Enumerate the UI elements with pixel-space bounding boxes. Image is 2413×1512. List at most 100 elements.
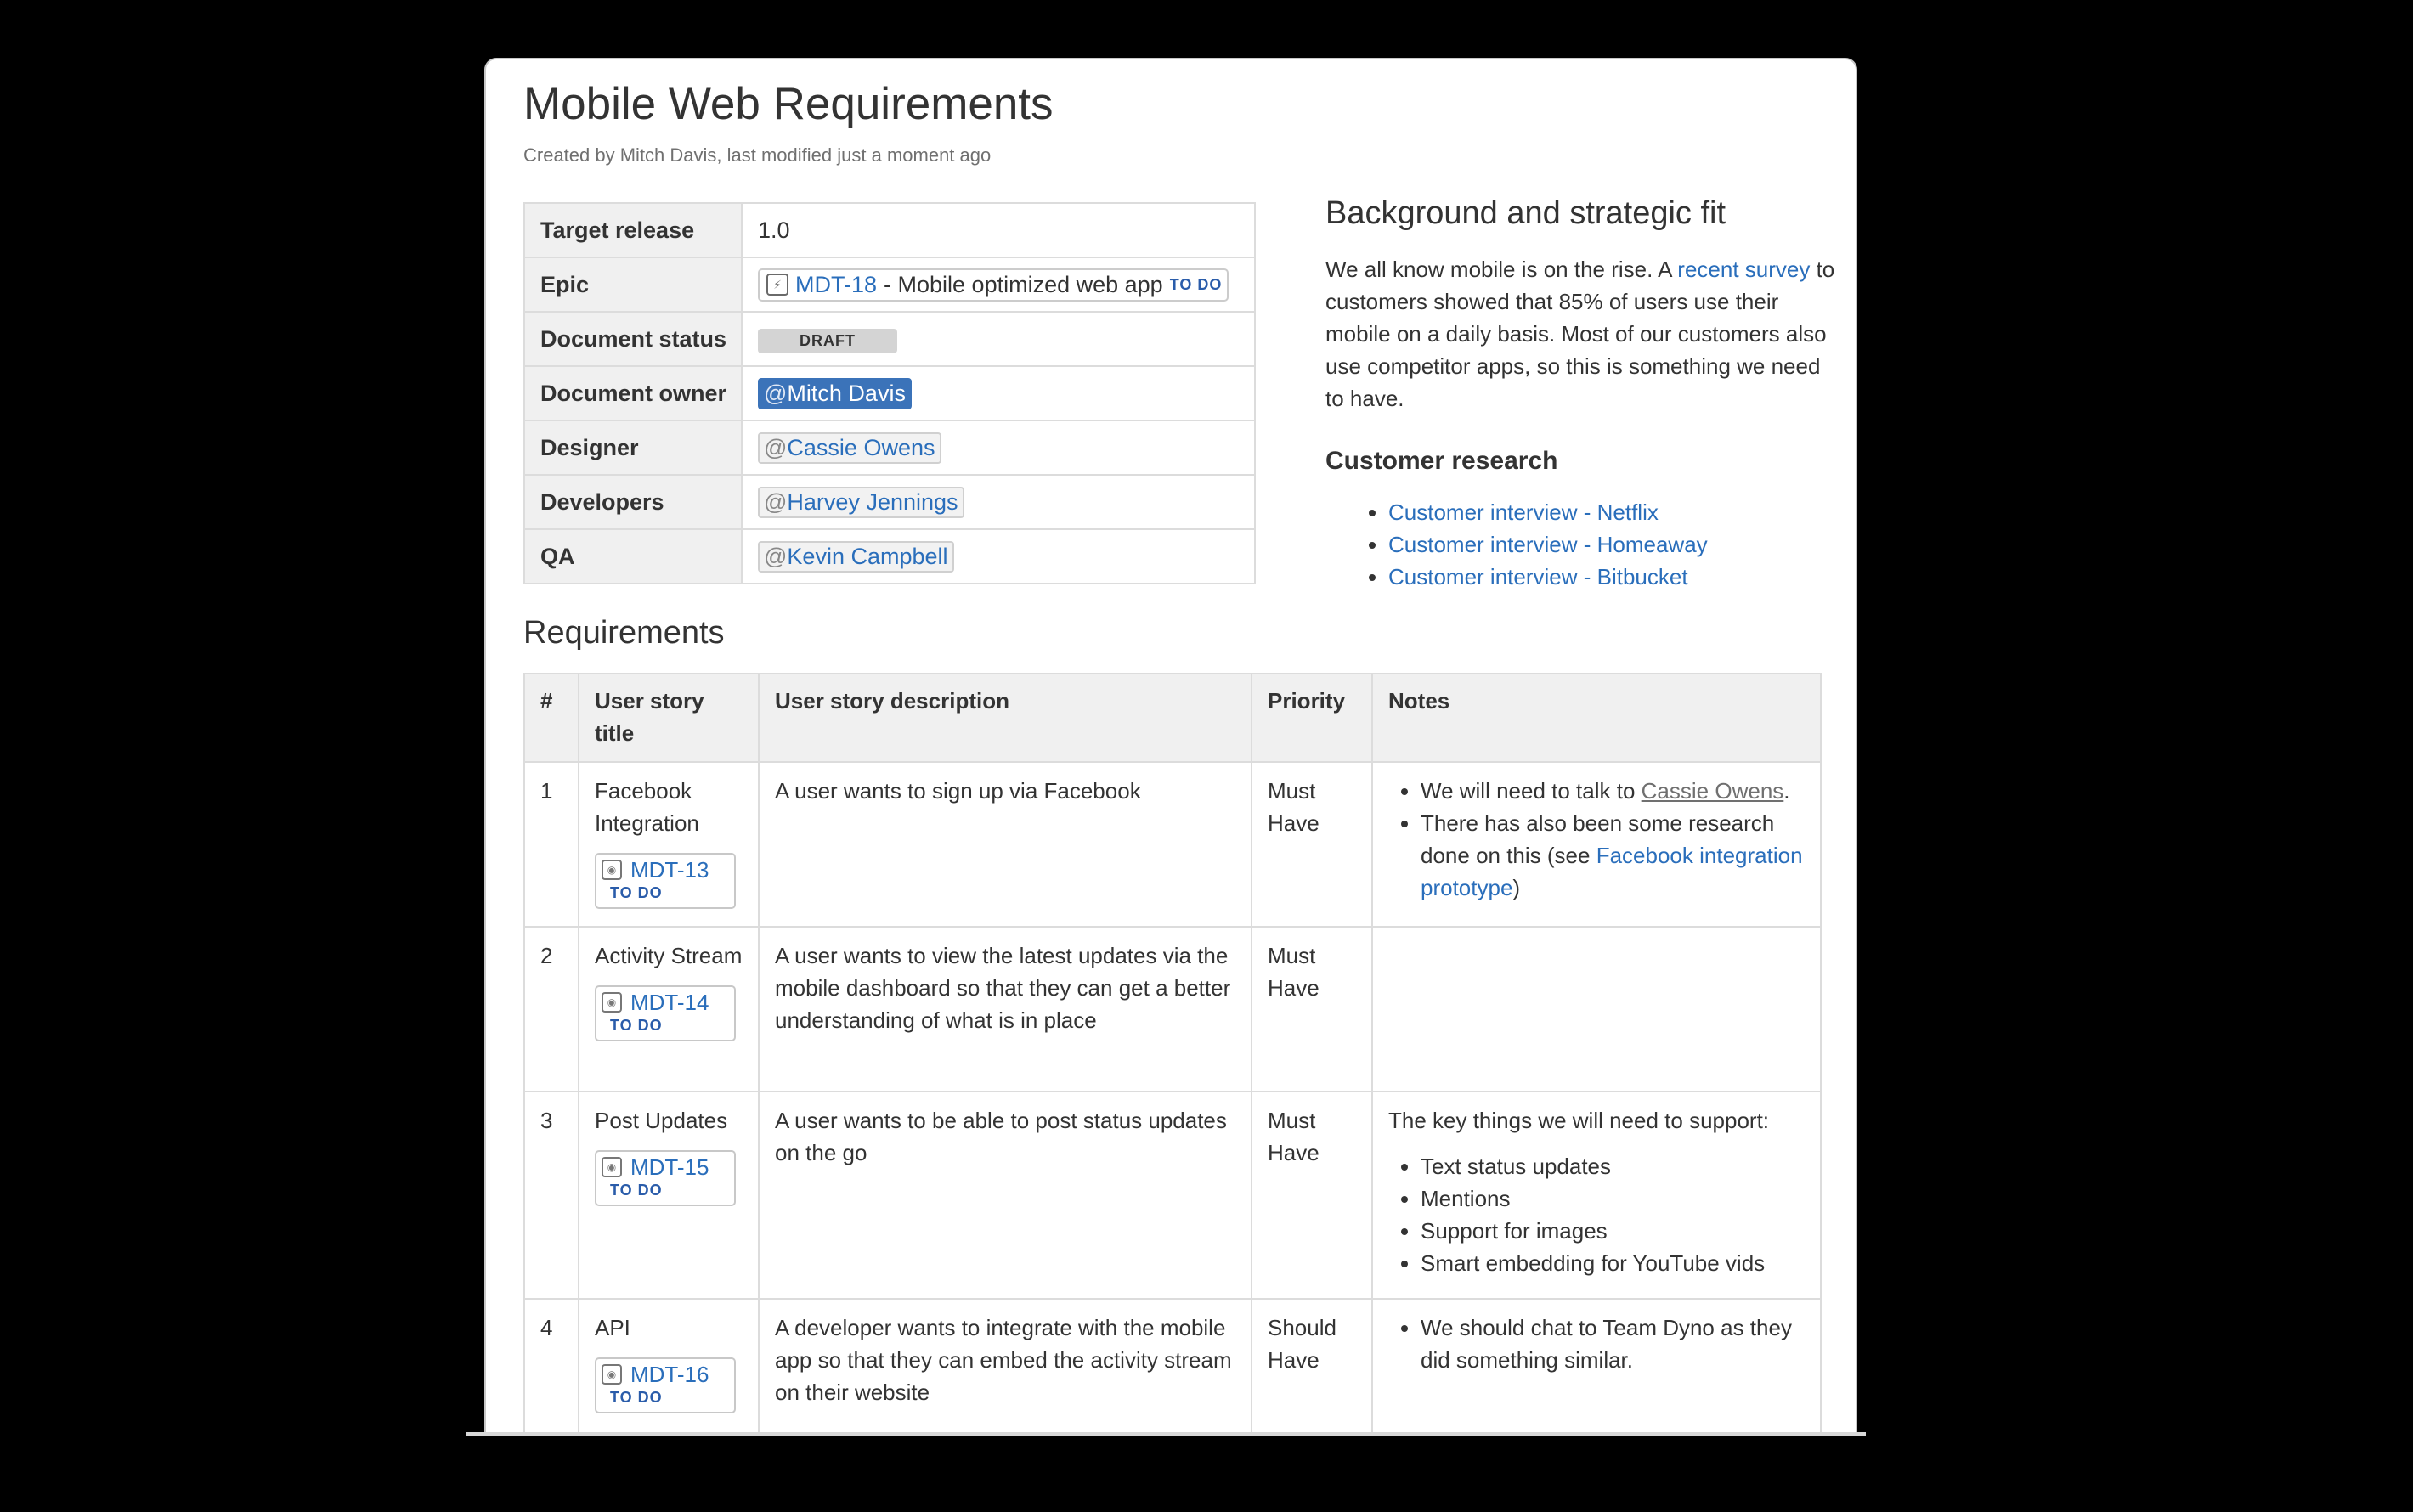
list-item: We will need to talk to Cassie Owens.: [1421, 775, 1805, 807]
issue-status-badge: TO DO: [610, 1017, 663, 1034]
issue-chip[interactable]: ◉ MDT-14 TO DO: [595, 985, 736, 1041]
customer-interview-link[interactable]: Customer interview - Netflix: [1388, 499, 1659, 525]
background-paragraph: We all know mobile is on the rise. A rec…: [1325, 253, 1835, 415]
property-row: Designer @Cassie Owens: [523, 420, 1256, 476]
row-number: 4: [523, 1298, 579, 1436]
story-title: Activity Stream: [595, 943, 743, 968]
document-owner-mention[interactable]: @Mitch Davis: [758, 377, 912, 409]
list-item: There has also been some research done o…: [1421, 807, 1805, 904]
property-row: Epic ⚡ MDT-18 - Mobile optimized web app…: [523, 257, 1256, 313]
column-header: Notes: [1371, 673, 1822, 763]
column-header: User story title: [578, 673, 760, 763]
row-number: 2: [523, 926, 579, 1092]
table-row: 3 Post Updates ◉ MDT-15 TO DO A user want…: [523, 1091, 1822, 1300]
story-icon: ◉: [602, 1364, 622, 1385]
list-item: Mentions: [1421, 1182, 1805, 1215]
developers-mention[interactable]: @Harvey Jennings: [758, 486, 964, 518]
page-card: Mobile Web Requirements Created by Mitch…: [484, 58, 1857, 1436]
epic-issue-link[interactable]: MDT-18: [795, 272, 877, 298]
issue-link[interactable]: MDT-13: [630, 854, 709, 886]
notes-list: We should chat to Team Dyno as they did …: [1388, 1312, 1805, 1376]
priority: Must Have: [1251, 761, 1373, 928]
at-icon: @: [764, 543, 788, 569]
issue-link[interactable]: MDT-15: [630, 1151, 709, 1183]
priority: Must Have: [1251, 1091, 1373, 1300]
story-title: Facebook Integration: [595, 778, 699, 836]
property-label: Document owner: [523, 365, 743, 421]
recent-survey-link[interactable]: recent survey: [1677, 257, 1810, 282]
story-icon: ◉: [602, 1157, 622, 1177]
issue-chip[interactable]: ◉ MDT-16 TO DO: [595, 1357, 736, 1413]
table-row: 4 API ◉ MDT-16 TO DO A developer wants to…: [523, 1298, 1822, 1436]
story-title: Post Updates: [595, 1108, 728, 1133]
at-icon: @: [764, 380, 788, 406]
property-row: Document status DRAFT: [523, 311, 1256, 367]
column-header: Priority: [1251, 673, 1373, 763]
property-row: Document owner @Mitch Davis: [523, 365, 1256, 421]
row-number: 1: [523, 761, 579, 928]
list-item: Text status updates: [1421, 1150, 1805, 1182]
story-icon: ◉: [602, 860, 622, 880]
property-row: Developers @Harvey Jennings: [523, 474, 1256, 530]
priority: Must Have: [1251, 926, 1373, 1092]
designer-mention[interactable]: @Cassie Owens: [758, 432, 941, 464]
epic-status-badge: TO DO: [1169, 275, 1223, 293]
property-label: Target release: [523, 202, 743, 258]
at-icon: @: [764, 488, 788, 515]
customer-research-heading: Customer research: [1325, 447, 1558, 475]
list-item: Customer interview - Bitbucket: [1388, 561, 1708, 593]
property-label: Epic: [523, 257, 743, 313]
row-number: 3: [523, 1091, 579, 1300]
issue-chip[interactable]: ◉ MDT-15 TO DO: [595, 1150, 736, 1206]
table-row: 1 Facebook Integration ◉ MDT-13 TO DO A u…: [523, 761, 1822, 928]
customer-research-list: Customer interview - Netflix Customer in…: [1325, 496, 1708, 593]
mention-name: Mitch Davis: [787, 380, 906, 406]
requirements-heading: Requirements: [523, 615, 725, 651]
target-release-value: 1.0: [741, 202, 1256, 258]
issue-link[interactable]: MDT-14: [630, 986, 709, 1018]
story-description: A user wants to sign up via Facebook: [758, 761, 1252, 928]
cassie-owens-link[interactable]: Cassie Owens: [1642, 778, 1784, 804]
properties-table: Target release 1.0 Epic ⚡ MDT-18 - Mobil…: [523, 202, 1256, 584]
background-text: We all know mobile is on the rise. A: [1325, 257, 1678, 282]
property-label: Document status: [523, 311, 743, 367]
property-label: Designer: [523, 420, 743, 476]
notes-intro: The key things we will need to support:: [1388, 1108, 1770, 1133]
issue-chip[interactable]: ◉ MDT-13 TO DO: [595, 853, 736, 909]
note-text: .: [1783, 778, 1790, 804]
issue-status-badge: TO DO: [610, 1182, 663, 1199]
property-label: QA: [523, 528, 743, 584]
list-item: Customer interview - Homeaway: [1388, 528, 1708, 561]
story-description: A user wants to be able to post status u…: [758, 1091, 1252, 1300]
list-item: Smart embedding for YouTube vids: [1421, 1247, 1805, 1279]
list-item: Customer interview - Netflix: [1388, 496, 1708, 528]
story-icon: ◉: [602, 992, 622, 1013]
notes-list: We will need to talk to Cassie Owens. Th…: [1388, 775, 1805, 904]
table-row: 2 Activity Stream ◉ MDT-14 TO DO A user w…: [523, 926, 1822, 1092]
epic-summary: - Mobile optimized web app: [884, 271, 1163, 297]
notes-empty: [1371, 926, 1822, 1092]
customer-interview-link[interactable]: Customer interview - Homeaway: [1388, 532, 1708, 557]
note-text: We will need to talk to: [1421, 778, 1642, 804]
column-header: User story description: [758, 673, 1252, 763]
customer-interview-link[interactable]: Customer interview - Bitbucket: [1388, 564, 1688, 590]
page-title: Mobile Web Requirements: [523, 79, 1054, 129]
issue-link[interactable]: MDT-16: [630, 1358, 709, 1391]
note-text: ): [1512, 875, 1521, 900]
mention-name: Cassie Owens: [787, 434, 935, 460]
story-description: A user wants to view the latest updates …: [758, 926, 1252, 1092]
column-header: #: [523, 673, 579, 763]
page-byline: Created by Mitch Davis, last modified ju…: [523, 144, 992, 166]
property-label: Developers: [523, 474, 743, 530]
list-item: Support for images: [1421, 1215, 1805, 1247]
qa-mention[interactable]: @Kevin Campbell: [758, 540, 954, 573]
epic-bolt-icon: ⚡: [766, 274, 788, 296]
issue-status-badge: TO DO: [610, 884, 663, 901]
property-row: Target release 1.0: [523, 202, 1256, 258]
document-status-badge: DRAFT: [758, 328, 897, 353]
list-item: We should chat to Team Dyno as they did …: [1421, 1312, 1805, 1376]
epic-issue-chip[interactable]: ⚡ MDT-18 - Mobile optimized web app TO D…: [758, 268, 1229, 302]
notes-list: Text status updates Mentions Support for…: [1388, 1150, 1805, 1279]
issue-status-badge: TO DO: [610, 1389, 663, 1406]
story-description: A developer wants to integrate with the …: [758, 1298, 1252, 1436]
